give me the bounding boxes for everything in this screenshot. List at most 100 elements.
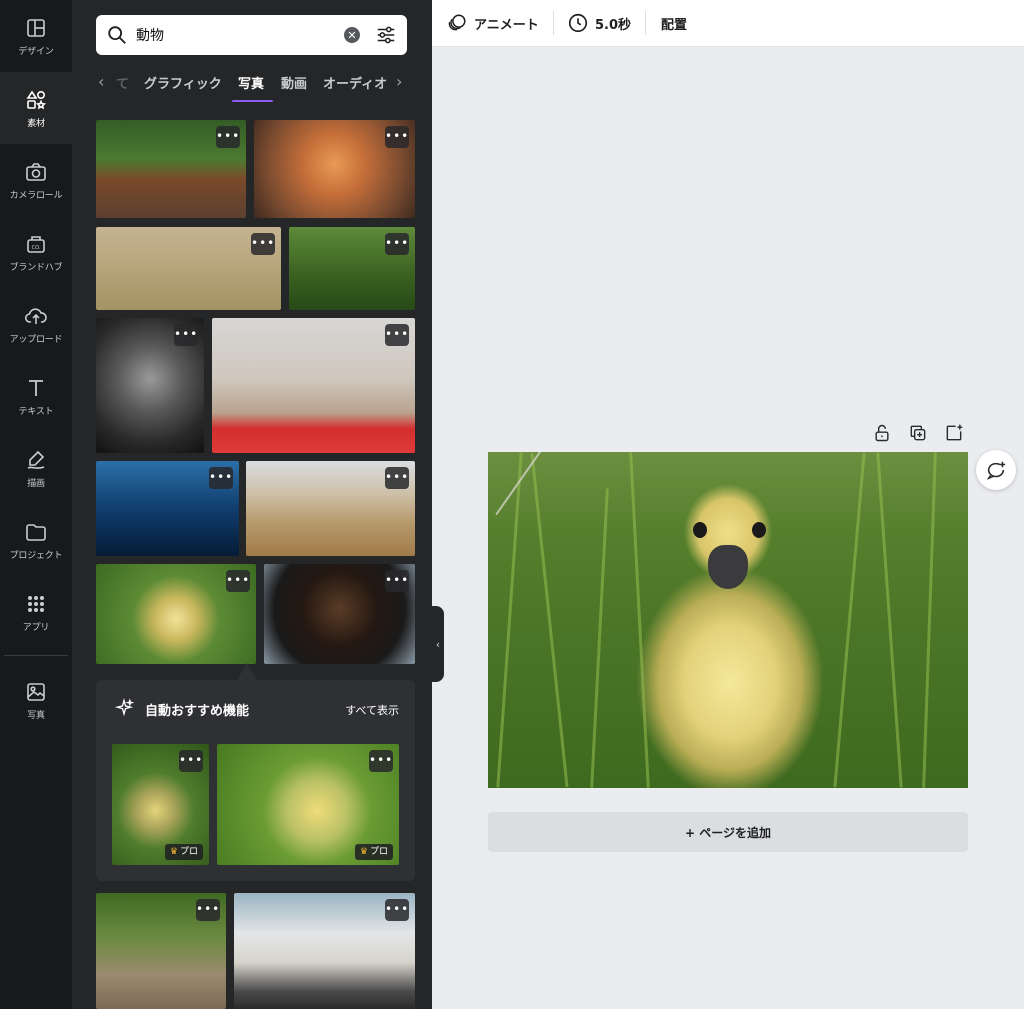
unlock-icon[interactable] [872, 423, 892, 443]
tab-videos[interactable]: 動画 [281, 73, 307, 92]
rail-label: 描画 [27, 478, 45, 489]
add-page-icon[interactable] [944, 423, 964, 443]
rail-item-text[interactable]: テキスト [0, 360, 72, 432]
pro-label: プロ [179, 847, 198, 857]
rail-item-draw[interactable]: 描画 [0, 432, 72, 504]
more-options-button[interactable]: ••• [216, 126, 240, 148]
grass-blade [629, 452, 650, 788]
position-button[interactable]: 配置 [661, 0, 687, 46]
clear-search-button[interactable]: ✕ [344, 27, 360, 43]
rail-item-apps[interactable]: アプリ [0, 576, 72, 648]
sparkle-icon [114, 698, 134, 717]
camera-icon [26, 162, 46, 181]
rail-label: プロジェクト [9, 550, 63, 561]
photo-thumbnail-whale[interactable]: ••• [96, 461, 239, 556]
grass-blade [496, 452, 523, 788]
photo-thumbnail-polar-bear[interactable]: ••• [234, 893, 415, 1009]
photo-thumbnail-fox[interactable]: ••• [254, 120, 415, 218]
animate-label: アニメート [474, 17, 539, 33]
rail-label: カメラロール [9, 190, 63, 201]
photo-thumbnail-cat[interactable]: ••• [212, 318, 415, 453]
more-options-button[interactable]: ••• [251, 233, 275, 255]
rail-item-camera-roll[interactable]: カメラロール [0, 144, 72, 216]
see-all-link[interactable]: すべて表示 [345, 702, 399, 718]
rail-label: 素材 [27, 118, 45, 129]
rail-label: 写真 [27, 710, 45, 721]
more-options-button[interactable]: ••• [385, 126, 409, 148]
duration-button[interactable]: 5.0秒 [567, 0, 631, 46]
rail-item-photos[interactable]: 写真 [0, 664, 72, 736]
filter-icon[interactable] [375, 24, 397, 46]
more-options-button[interactable]: ••• [369, 750, 393, 772]
goose-eye [693, 522, 707, 538]
photo-thumbnail-kittens[interactable]: ••• [96, 893, 226, 1009]
photo-icon [27, 682, 45, 701]
tab-graphics[interactable]: グラフィック [144, 73, 222, 92]
rail-divider [4, 655, 68, 656]
animate-icon [448, 14, 466, 31]
search-box: ✕ [96, 15, 407, 55]
canvas-gosling-photo[interactable] [488, 452, 968, 788]
svg-text:CO.: CO. [32, 245, 41, 251]
rail-label: ブランドハブ [9, 262, 63, 273]
rail-item-projects[interactable]: プロジェクト [0, 504, 72, 576]
add-comment-button[interactable] [976, 450, 1016, 490]
more-options-button[interactable]: ••• [385, 899, 409, 921]
crown-icon: ♛ [359, 847, 368, 857]
photo-thumbnail-gosling-grass[interactable]: ••• ♛ プロ [217, 744, 399, 865]
collapse-panel-button[interactable]: ‹ [432, 606, 444, 682]
photo-thumbnail-gosling[interactable]: ••• [96, 564, 256, 664]
shapes-icon [26, 90, 47, 109]
more-options-button[interactable]: ••• [385, 233, 409, 255]
cloud-upload-icon [24, 307, 47, 324]
more-options-button[interactable]: ••• [179, 750, 203, 772]
rail-item-design[interactable]: デザイン [0, 0, 72, 72]
tab-photos[interactable]: 写真 [238, 73, 264, 92]
photo-thumbnail-red-panda-standing[interactable]: ••• [289, 227, 415, 310]
photo-thumbnail-dog[interactable]: ••• [264, 564, 415, 664]
grass-blade [876, 452, 903, 788]
rail-label: アップロード [9, 334, 63, 345]
rail-item-brand-hub[interactable]: CO. ブランドハブ [0, 216, 72, 288]
rail-item-elements[interactable]: 素材 [0, 72, 72, 144]
close-icon: ✕ [347, 28, 357, 42]
category-tabs: ‹ て グラフィック 写真 動画 オーディオ › [96, 64, 408, 104]
tabs-scroll-right-button[interactable]: › [396, 72, 402, 91]
grass-blade [833, 452, 866, 788]
page-tools [872, 423, 964, 443]
text-icon [29, 379, 43, 396]
add-page-button[interactable]: + ページを追加 [488, 812, 968, 852]
auto-suggestions-card: 自動おすすめ機能 すべて表示 ••• ♛ プロ ••• ♛ プロ [96, 680, 415, 881]
rail-label: テキスト [18, 406, 54, 417]
duplicate-page-icon[interactable] [908, 423, 928, 443]
more-options-button[interactable]: ••• [209, 467, 233, 489]
goose-beak [708, 545, 748, 589]
tab-previous[interactable]: て [116, 73, 129, 92]
comment-add-icon [986, 461, 1006, 480]
photo-thumbnail-ducks[interactable]: ••• [96, 227, 281, 310]
tab-audio[interactable]: オーディオ [323, 73, 389, 92]
photo-thumbnail-red-panda[interactable]: ••• [96, 120, 246, 218]
tabs-scroll-left-button[interactable]: ‹ [98, 72, 104, 91]
more-options-button[interactable]: ••• [196, 899, 220, 921]
more-options-button[interactable]: ••• [385, 467, 409, 489]
more-options-button[interactable]: ••• [174, 324, 198, 346]
photo-thumbnail-giraffes[interactable]: ••• [246, 461, 415, 556]
crown-icon: ♛ [169, 847, 178, 857]
duration-label: 5.0秒 [595, 17, 632, 33]
chevron-left-icon: ‹ [98, 72, 105, 91]
grass-blade [590, 488, 609, 788]
more-options-button[interactable]: ••• [226, 570, 250, 592]
pro-badge: ♛ プロ [354, 844, 393, 860]
search-icon [108, 26, 126, 44]
rail-item-upload[interactable]: アップロード [0, 288, 72, 360]
pro-badge: ♛ プロ [164, 844, 203, 860]
more-options-button[interactable]: ••• [385, 570, 409, 592]
rail-label: デザイン [18, 46, 54, 57]
photo-thumbnail-gorilla[interactable]: ••• [96, 318, 204, 453]
elements-panel: ✕ ‹ て グラフィック 写真 動画 オーディオ › ••• ••• ••• •… [72, 0, 432, 1009]
search-input[interactable] [136, 23, 326, 47]
animate-button[interactable]: アニメート [446, 0, 539, 46]
more-options-button[interactable]: ••• [385, 324, 409, 346]
photo-thumbnail-gosling-suggested[interactable]: ••• ♛ プロ [112, 744, 209, 865]
